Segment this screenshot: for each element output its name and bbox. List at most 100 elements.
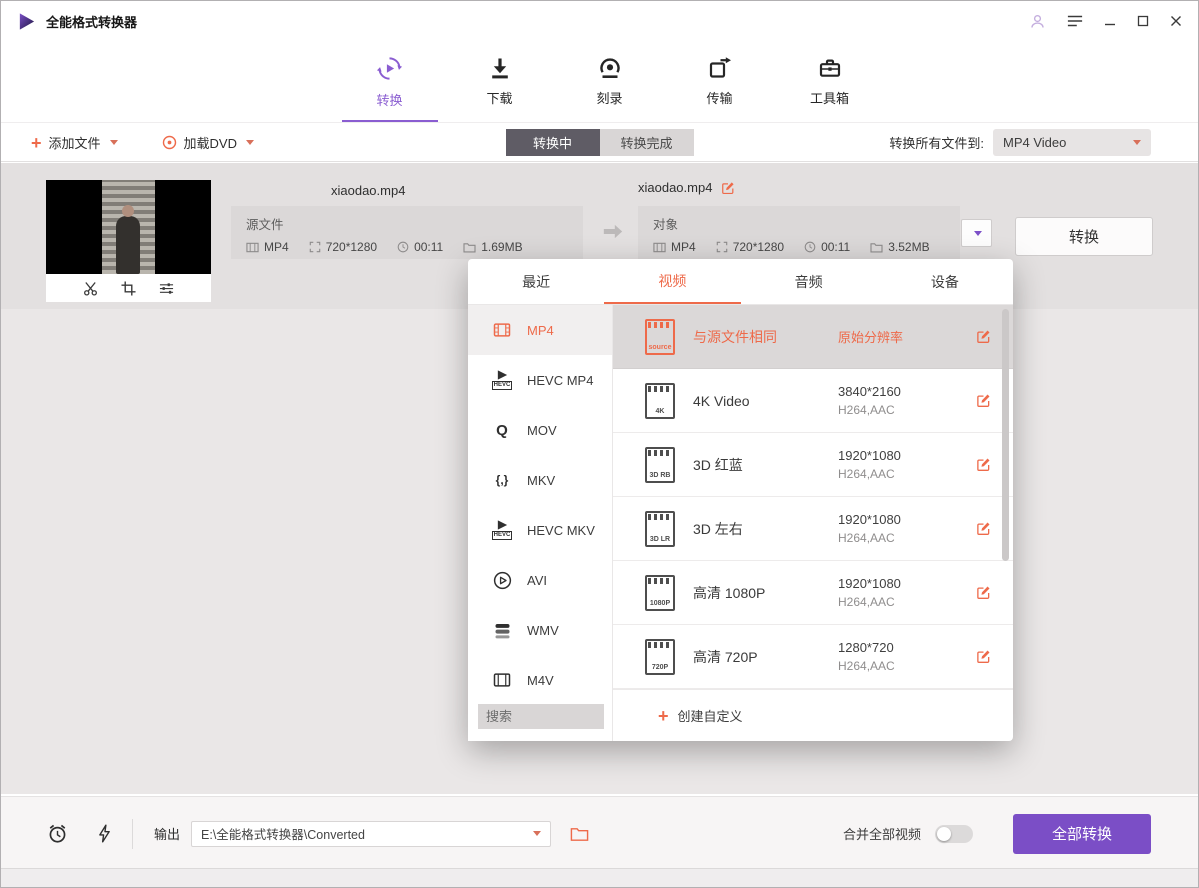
toolbox-icon bbox=[818, 56, 842, 80]
maximize-button[interactable] bbox=[1137, 15, 1149, 27]
effects-sliders-icon[interactable] bbox=[159, 281, 174, 296]
app-title: 全能格式转换器 bbox=[46, 12, 137, 31]
preset-scrollbar[interactable] bbox=[1002, 309, 1009, 561]
media-format-icon bbox=[653, 241, 666, 254]
performance-lightning-icon[interactable] bbox=[98, 824, 111, 843]
preset-specs: 1920*1080 H264,AAC bbox=[838, 576, 901, 609]
plus-icon: + bbox=[658, 707, 669, 725]
video-thumbnail-block bbox=[46, 180, 211, 302]
preset-list: source 与源文件相同 原始分辨率 4K bbox=[613, 305, 1013, 689]
preset-row-1080p[interactable]: 1080P 高清 1080P 1920*1080 H264,AAC bbox=[613, 561, 1013, 625]
tab-device[interactable]: 设备 bbox=[877, 259, 1013, 304]
merge-toggle[interactable] bbox=[935, 825, 973, 843]
video-thumbnail[interactable] bbox=[46, 180, 211, 274]
tab-recent[interactable]: 最近 bbox=[468, 259, 604, 304]
m4v-icon bbox=[490, 667, 514, 691]
format-item-label: MOV bbox=[527, 423, 557, 438]
add-file-label: 添加文件 bbox=[49, 133, 101, 152]
chevron-down-icon bbox=[533, 831, 541, 836]
account-icon[interactable] bbox=[1029, 13, 1046, 30]
format-dropdown-button[interactable] bbox=[961, 219, 992, 247]
edit-preset-icon[interactable] bbox=[976, 649, 991, 664]
edit-preset-icon[interactable] bbox=[976, 457, 991, 472]
resolution-icon bbox=[309, 241, 321, 253]
target-section-label: 对象 bbox=[653, 214, 945, 233]
preset-row-720p[interactable]: 720P 高清 720P 1280*720 H264,AAC bbox=[613, 625, 1013, 689]
target-name-row: xiaodao.mp4 bbox=[638, 180, 735, 195]
format-item-avi[interactable]: AVI bbox=[468, 555, 612, 605]
3d-lr-preset-icon: 3D LR bbox=[645, 511, 675, 547]
convert-all-button[interactable]: 全部转换 bbox=[1013, 814, 1151, 854]
format-item-mov[interactable]: Q MOV bbox=[468, 405, 612, 455]
chevron-down-icon bbox=[246, 140, 254, 145]
rename-edit-icon[interactable] bbox=[721, 181, 735, 195]
target-info-row: MP4 720*1280 00:11 3.52MB bbox=[653, 240, 945, 254]
edit-preset-icon[interactable] bbox=[976, 521, 991, 536]
chevron-down-icon bbox=[974, 231, 982, 236]
create-custom-button[interactable]: + 创建自定义 bbox=[613, 689, 1013, 741]
nav-tab-transfer[interactable]: 传输 bbox=[672, 41, 768, 122]
output-format-dropdown[interactable]: MP4 Video bbox=[993, 129, 1151, 156]
preset-row-same-as-source[interactable]: source 与源文件相同 原始分辨率 bbox=[613, 305, 1013, 369]
format-item-hevc-mp4[interactable]: HEVC HEVC MP4 bbox=[468, 355, 612, 405]
source-file-name: xiaodao.mp4 bbox=[331, 183, 405, 198]
load-dvd-button[interactable]: 加载DVD bbox=[162, 133, 254, 152]
format-search-input[interactable] bbox=[478, 704, 604, 729]
format-item-label: M4V bbox=[527, 673, 554, 688]
app-window: 全能格式转换器 转换 bbox=[0, 0, 1199, 888]
trim-scissors-icon[interactable] bbox=[83, 281, 98, 296]
output-path-dropdown[interactable] bbox=[191, 821, 551, 847]
minimize-button[interactable] bbox=[1104, 15, 1116, 27]
preset-name: 高清 1080P bbox=[693, 583, 838, 603]
add-file-button[interactable]: + 添加文件 bbox=[31, 133, 118, 152]
folder-icon bbox=[870, 242, 883, 253]
format-item-hevc-mkv[interactable]: HEVC HEVC MKV bbox=[468, 505, 612, 555]
transfer-icon bbox=[708, 56, 732, 80]
tab-converted[interactable]: 转换完成 bbox=[600, 129, 694, 156]
arrow-right-icon bbox=[602, 223, 624, 240]
thumbnail-figure bbox=[116, 216, 140, 274]
crop-icon[interactable] bbox=[121, 281, 136, 296]
nav-tab-toolbox[interactable]: 工具箱 bbox=[782, 41, 878, 122]
resolution-icon bbox=[716, 241, 728, 253]
close-button[interactable] bbox=[1170, 15, 1182, 27]
preset-row-3d-redblue[interactable]: 3D RB 3D 红蓝 1920*1080 H264,AAC bbox=[613, 433, 1013, 497]
nav-tab-label: 刻录 bbox=[596, 88, 622, 107]
tab-video[interactable]: 视频 bbox=[604, 259, 740, 304]
clock-icon bbox=[397, 241, 409, 253]
open-output-folder-icon[interactable] bbox=[570, 826, 589, 842]
format-picker-popup: 最近 视频 音频 设备 MP4 HEVC bbox=[468, 259, 1013, 741]
nav-tab-download[interactable]: 下载 bbox=[452, 41, 548, 122]
nav-tab-burn[interactable]: 刻录 bbox=[562, 41, 658, 122]
preset-row-3d-leftright[interactable]: 3D LR 3D 左右 1920*1080 H264,AAC bbox=[613, 497, 1013, 561]
format-item-wmv[interactable]: WMV bbox=[468, 605, 612, 655]
format-sidebar: MP4 HEVC HEVC MP4 Q MOV bbox=[468, 305, 613, 741]
titlebar-controls bbox=[1029, 13, 1182, 30]
tab-audio[interactable]: 音频 bbox=[741, 259, 877, 304]
format-item-label: HEVC MKV bbox=[527, 523, 595, 538]
format-item-m4v[interactable]: M4V bbox=[468, 655, 612, 691]
convert-button[interactable]: 转换 bbox=[1015, 217, 1153, 256]
merge-all-label: 合并全部视频 bbox=[843, 824, 921, 843]
preset-name: 高清 720P bbox=[693, 647, 838, 667]
preset-row-4k[interactable]: 4K 4K Video 3840*2160 H264,AAC bbox=[613, 369, 1013, 433]
schedule-clock-icon[interactable] bbox=[47, 823, 68, 844]
source-info-row: MP4 720*1280 00:11 1.69MB bbox=[246, 240, 568, 254]
app-logo-icon bbox=[17, 11, 37, 31]
clip-toolbar bbox=[46, 274, 211, 302]
output-path-input[interactable] bbox=[201, 827, 531, 841]
menu-icon[interactable] bbox=[1067, 14, 1083, 28]
edit-preset-icon[interactable] bbox=[976, 393, 991, 408]
format-item-label: AVI bbox=[527, 573, 547, 588]
nav-tab-convert[interactable]: 转换 bbox=[342, 41, 438, 122]
format-item-mkv[interactable]: {,} MKV bbox=[468, 455, 612, 505]
mp4-icon bbox=[490, 317, 514, 343]
nav-tab-label: 转换 bbox=[376, 90, 402, 109]
edit-preset-icon[interactable] bbox=[976, 329, 991, 344]
burn-disc-icon bbox=[598, 56, 622, 80]
tab-converting[interactable]: 转换中 bbox=[506, 129, 600, 156]
format-item-mp4[interactable]: MP4 bbox=[468, 305, 612, 355]
edit-preset-icon[interactable] bbox=[976, 585, 991, 600]
target-size: 3.52MB bbox=[870, 240, 929, 254]
preset-name: 3D 红蓝 bbox=[693, 455, 838, 475]
